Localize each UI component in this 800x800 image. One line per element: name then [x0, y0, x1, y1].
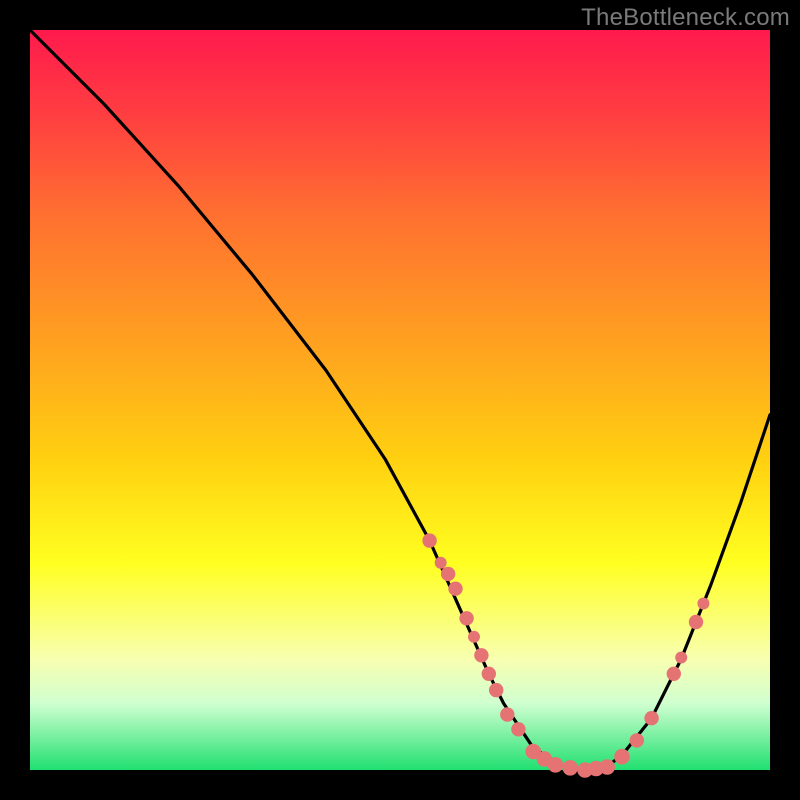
- chart-svg: [30, 30, 770, 770]
- data-marker: [599, 759, 615, 775]
- data-marker: [422, 533, 436, 547]
- data-marker: [548, 757, 564, 773]
- data-marker: [500, 707, 514, 721]
- data-marker: [644, 711, 658, 725]
- data-marker: [441, 567, 455, 581]
- data-marker: [689, 615, 703, 629]
- data-marker: [630, 733, 644, 747]
- data-marker: [435, 557, 447, 569]
- data-marker: [468, 631, 480, 643]
- data-marker: [459, 611, 473, 625]
- data-marker: [667, 667, 681, 681]
- data-marker: [562, 760, 578, 776]
- data-marker: [489, 683, 503, 697]
- data-markers: [422, 533, 709, 777]
- data-marker: [448, 582, 462, 596]
- bottleneck-curve-line: [30, 30, 770, 770]
- data-marker: [675, 652, 687, 664]
- data-marker: [474, 648, 488, 662]
- data-marker: [482, 667, 496, 681]
- data-marker: [697, 598, 709, 610]
- watermark-text: TheBottleneck.com: [581, 4, 790, 32]
- data-marker: [511, 722, 525, 736]
- data-marker: [614, 749, 630, 765]
